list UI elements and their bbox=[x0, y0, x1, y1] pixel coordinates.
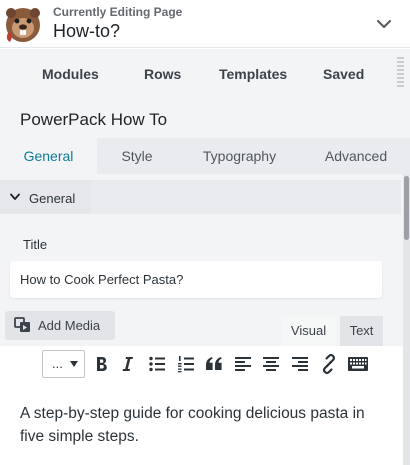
link-button[interactable] bbox=[318, 353, 340, 375]
align-right-icon bbox=[292, 357, 308, 371]
section-header-bar bbox=[91, 180, 401, 214]
align-center-button[interactable] bbox=[260, 353, 282, 375]
panel-title: PowerPack How To bbox=[20, 110, 168, 129]
align-center-icon bbox=[263, 357, 279, 371]
nav-rows[interactable]: Rows bbox=[144, 66, 181, 82]
keyboard-icon bbox=[348, 357, 368, 371]
blockquote-button[interactable] bbox=[203, 353, 225, 375]
tab-advanced[interactable]: Advanced bbox=[302, 138, 410, 174]
editor-tab-visual[interactable]: Visual bbox=[281, 316, 336, 346]
nav-templates[interactable]: Templates bbox=[219, 66, 287, 82]
toolbar-toggle-button[interactable] bbox=[347, 353, 369, 375]
editing-context-label: Currently Editing Page bbox=[53, 5, 183, 19]
editor-content[interactable]: A step-by-step guide for cooking delicio… bbox=[20, 402, 380, 448]
nav-saved[interactable]: Saved bbox=[323, 66, 364, 82]
bold-button[interactable] bbox=[90, 353, 112, 375]
italic-icon bbox=[122, 357, 133, 371]
bold-icon bbox=[97, 357, 107, 371]
settings-tabs: General Style Typography Advanced bbox=[0, 138, 410, 174]
numbered-list-icon bbox=[178, 356, 194, 373]
format-select-value: ... bbox=[52, 356, 63, 371]
link-icon bbox=[322, 353, 336, 375]
title-field-label: Title bbox=[23, 237, 48, 252]
bullet-list-button[interactable] bbox=[146, 353, 168, 375]
section-label[interactable]: General bbox=[29, 191, 75, 206]
italic-button[interactable] bbox=[117, 353, 139, 375]
title-input[interactable] bbox=[10, 261, 382, 298]
align-right-button[interactable] bbox=[289, 353, 311, 375]
page-title: How-to? bbox=[53, 21, 121, 41]
chevron-down-icon[interactable] bbox=[375, 15, 393, 33]
numbered-list-button[interactable] bbox=[175, 353, 197, 375]
editor-header: Currently Editing Page How-to? bbox=[0, 0, 410, 48]
align-left-icon bbox=[235, 357, 251, 371]
format-select[interactable]: ... bbox=[42, 350, 85, 378]
nav-modules[interactable]: Modules bbox=[42, 66, 99, 82]
media-icon bbox=[14, 317, 30, 332]
panel-scrollbar-thumb[interactable] bbox=[404, 176, 409, 240]
drag-handle-icon[interactable] bbox=[397, 57, 404, 89]
content-panel-nav: Modules Rows Templates Saved bbox=[0, 49, 410, 97]
bullet-list-icon bbox=[149, 356, 165, 372]
tab-style[interactable]: Style bbox=[97, 138, 177, 174]
caret-down-icon[interactable] bbox=[10, 193, 20, 201]
add-media-button[interactable]: Add Media bbox=[5, 311, 115, 340]
editor-tab-text[interactable]: Text bbox=[340, 316, 383, 346]
blockquote-icon bbox=[206, 357, 222, 370]
tab-general[interactable]: General bbox=[0, 138, 97, 174]
dropdown-arrow-icon bbox=[70, 361, 78, 367]
add-media-label: Add Media bbox=[38, 318, 101, 333]
tab-typography[interactable]: Typography bbox=[177, 138, 302, 174]
beaver-mascot-icon bbox=[6, 8, 40, 42]
align-left-button[interactable] bbox=[232, 353, 254, 375]
